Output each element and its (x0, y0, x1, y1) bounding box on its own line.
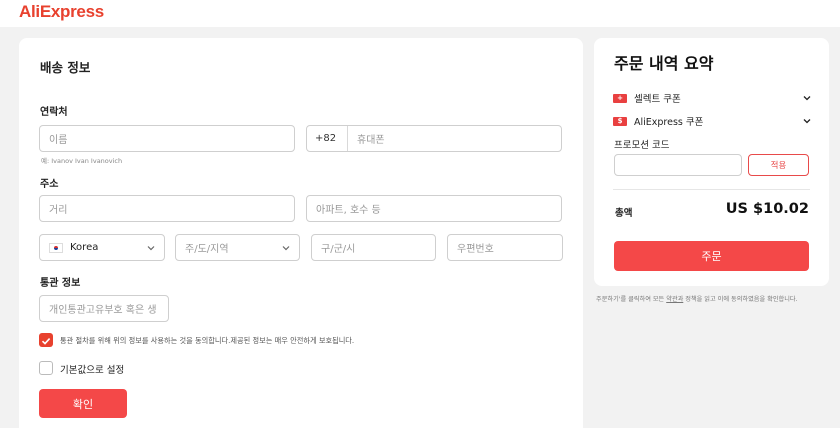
korea-flag-icon (49, 242, 63, 253)
footnote-text-after: 정책을 읽고 이에 동의하였음을 확인합니다. (683, 296, 798, 303)
country-select[interactable]: Korea (39, 234, 165, 261)
select-coupon-label: 셀렉트 쿠폰 (634, 94, 681, 105)
summary-divider (613, 189, 810, 190)
customs-code-input[interactable]: 개인통관고유부호 혹은 생 (39, 295, 169, 322)
name-hint: 예: Ivanov Ivan Ivanovich (41, 157, 123, 165)
footnote-text-before: 주문하기'를 클릭하여 모든 (596, 296, 667, 303)
state-select[interactable]: 주/도/지역 (175, 234, 300, 261)
default-address-checkbox[interactable] (39, 361, 53, 375)
state-placeholder: 주/도/지역 (185, 244, 229, 255)
zip-input[interactable]: 우편번호 (447, 234, 563, 261)
chevron-down-icon (282, 246, 290, 251)
coupon-icon: + (613, 93, 627, 103)
customs-placeholder: 개인통관고유부호 혹은 생 (49, 305, 157, 316)
aliexpress-coupon-row[interactable]: $ AliExpress 쿠폰 (613, 114, 812, 128)
consent-checkbox[interactable] (39, 333, 53, 347)
terms-footnote: 주문하기'를 클릭하여 모든 약관과 정책을 읽고 이에 동의하였음을 확인합니… (596, 295, 818, 304)
chevron-down-icon (147, 246, 155, 251)
top-bar: AliExpress (0, 0, 840, 27)
zip-placeholder: 우편번호 (457, 244, 494, 255)
chevron-down-icon (803, 119, 811, 124)
apply-button[interactable]: 적용 (748, 154, 809, 176)
order-button[interactable]: 주문 (614, 241, 809, 271)
country-value: Korea (70, 242, 99, 253)
promo-code-input[interactable] (614, 154, 742, 176)
contact-label: 연락처 (40, 107, 68, 118)
promo-code-label: 프로모션 코드 (614, 140, 670, 151)
total-label: 총액 (615, 208, 633, 219)
phone-country-code[interactable]: +82 (307, 126, 348, 151)
street-input[interactable]: 거리 (39, 195, 295, 222)
address-label: 주소 (40, 179, 59, 190)
customs-label: 통관 정보 (40, 278, 81, 289)
confirm-button[interactable]: 확인 (39, 389, 127, 418)
coupon-dollar-icon: $ (613, 116, 627, 126)
select-coupon-row[interactable]: + 셀렉트 쿠폰 (613, 91, 812, 105)
total-value: US $10.02 (725, 201, 809, 217)
aliexpress-logo[interactable]: AliExpress (19, 2, 104, 22)
city-input[interactable]: 구/군/시 (311, 234, 436, 261)
phone-placeholder: 휴대폰 (357, 135, 385, 146)
check-icon (41, 338, 51, 345)
terms-link[interactable]: 약관과 (666, 296, 683, 303)
consent-text: 통관 절차를 위해 위의 정보를 사용하는 것을 동의합니다.제공된 정보는 매… (60, 336, 355, 345)
name-placeholder: 이름 (49, 135, 68, 146)
phone-field[interactable]: +82 휴대폰 (306, 125, 562, 152)
aliexpress-coupon-label: AliExpress 쿠폰 (634, 117, 704, 128)
name-input[interactable]: 이름 (39, 125, 295, 152)
city-placeholder: 구/군/시 (321, 244, 356, 255)
street-placeholder: 거리 (49, 205, 68, 216)
summary-title: 주문 내역 요약 (614, 54, 714, 73)
shipping-info-card: 배송 정보 연락처 이름 예: Ivanov Ivan Ivanovich +8… (19, 38, 583, 428)
shipping-title: 배송 정보 (40, 60, 91, 75)
apartment-input[interactable]: 아파트, 호수 등 (306, 195, 562, 222)
order-summary-card: 주문 내역 요약 + 셀렉트 쿠폰 $ AliExpress 쿠폰 프로모션 코… (594, 38, 829, 286)
apartment-placeholder: 아파트, 호수 등 (316, 205, 381, 216)
default-address-label: 기본값으로 설정 (60, 365, 125, 376)
chevron-down-icon (803, 96, 811, 101)
